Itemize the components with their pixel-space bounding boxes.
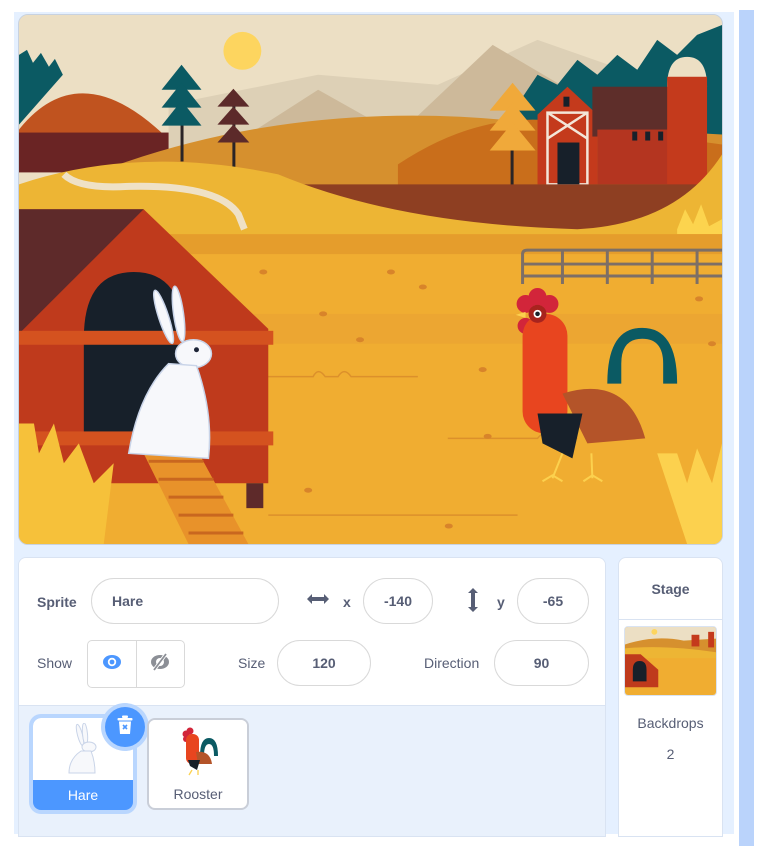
x-label: x (343, 594, 351, 610)
show-toggle-group (87, 640, 185, 688)
stage-header: Stage (619, 558, 722, 620)
rooster-thumbnail (149, 720, 247, 782)
farm-backdrop (19, 15, 722, 544)
show-label: Show (37, 655, 73, 671)
eye-icon (102, 654, 122, 675)
sun (223, 31, 262, 70)
vertical-arrows-icon (467, 587, 479, 618)
direction-input[interactable]: 90 (494, 640, 589, 686)
sprite-name-label: Sprite (37, 594, 77, 610)
horizontal-arrows-icon (306, 592, 330, 611)
delete-sprite-button[interactable] (105, 707, 145, 747)
sprite-tile-rooster[interactable]: Rooster (147, 718, 249, 810)
x-position-input[interactable]: -140 (363, 578, 433, 624)
show-sprite-button[interactable] (88, 641, 136, 687)
silo (667, 56, 708, 187)
sprite-name-input[interactable]: Hare (91, 578, 279, 624)
size-input[interactable]: 120 (277, 640, 371, 686)
backdrops-label: Backdrops (637, 715, 704, 731)
backdrops-count: 2 (666, 746, 675, 762)
stage-backdrop-thumbnail (624, 626, 717, 696)
sprite-tile-label: Rooster (173, 786, 223, 802)
hide-sprite-button[interactable] (135, 641, 185, 687)
y-position-input[interactable]: -65 (517, 578, 589, 624)
direction-label: Direction (424, 655, 480, 671)
size-label: Size (238, 655, 266, 671)
sprite-tile-label: Hare (67, 787, 99, 803)
trash-icon (117, 715, 133, 740)
sprite-pane: Sprite Hare x -140 y -65 Show Size 120 D… (18, 557, 606, 837)
stage-canvas[interactable] (18, 14, 723, 545)
barn (537, 86, 673, 186)
y-label: y (497, 594, 505, 610)
sprite-info-panel: Sprite Hare x -140 y -65 Show Size 120 D… (19, 558, 605, 706)
eye-slash-icon (149, 652, 171, 676)
scrollbar-thumb[interactable] (739, 10, 754, 846)
stage-target-pane[interactable]: Stage Backdrops 2 (618, 557, 723, 837)
